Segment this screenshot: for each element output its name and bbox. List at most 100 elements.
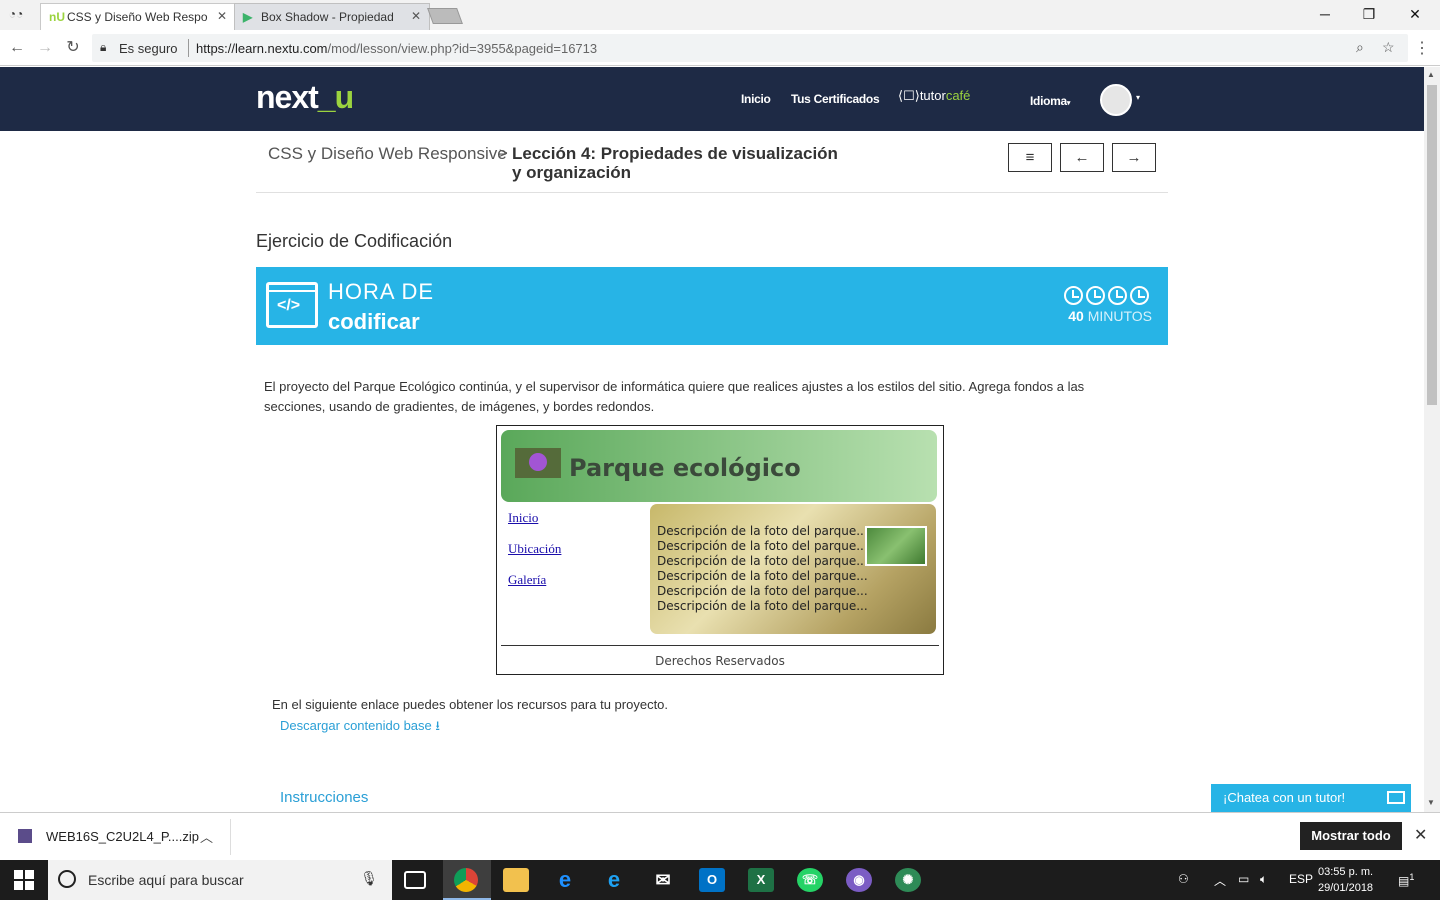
scroll-up-icon[interactable]: ▲	[1427, 70, 1435, 79]
address-bar[interactable]: 🔒︎ Es seguro https://learn.nextu.com/mod…	[92, 34, 1408, 62]
close-download-bar-icon[interactable]: ✕	[1414, 825, 1427, 845]
preview-footer: Derechos Reservados	[655, 654, 785, 668]
back-button[interactable]: ←	[6, 37, 28, 59]
clock-icon	[1130, 286, 1149, 305]
site-header: next_u Inicio Tus Certificados ⟨☐⟩tutorc…	[0, 67, 1424, 131]
project-preview-image: Parque ecológico Inicio Ubicación Galerí…	[496, 425, 944, 675]
excel-icon[interactable]: X	[748, 868, 774, 892]
whatsapp-icon[interactable]: ☏	[797, 868, 823, 892]
action-center-icon[interactable]: ▤1	[1398, 872, 1414, 888]
close-window-button[interactable]: ✕	[1392, 0, 1438, 30]
mail-icon[interactable]: ✉	[650, 868, 676, 892]
preview-nav: Inicio Ubicación Galería	[508, 510, 561, 603]
clock-icon	[1086, 286, 1105, 305]
reload-button[interactable]: ↻	[62, 37, 84, 59]
breadcrumb-separator: >	[499, 145, 508, 162]
windows-taskbar: Escribe aquí para buscar 🎙︎ e e ✉ O X ☏ …	[0, 860, 1440, 900]
scroll-down-icon[interactable]: ▼	[1427, 798, 1435, 807]
scroll-thumb[interactable]	[1427, 85, 1437, 405]
chevron-down-icon: ▾	[1066, 100, 1071, 107]
page-scrollbar[interactable]: ▲ ▼	[1424, 67, 1440, 812]
network-icon[interactable]: ▭	[1238, 872, 1249, 886]
coding-banner: </> HORA DE codificar 40 MINUTOS	[256, 267, 1168, 345]
tab-title: CSS y Diseño Web Respo	[67, 10, 208, 24]
breadcrumb-course[interactable]: CSS y Diseño Web Responsive	[268, 144, 507, 164]
flower-image	[515, 448, 561, 478]
prev-page-button[interactable]: ←	[1060, 143, 1104, 172]
nextu-logo[interactable]: next_u	[256, 79, 354, 116]
language-label: Idioma	[1030, 94, 1067, 108]
tutorcafe-logo[interactable]: ⟨☐⟩tutorcafé	[898, 88, 970, 104]
zoom-icon[interactable]: ⌕	[1356, 39, 1364, 56]
atom-icon[interactable]: ✺	[895, 868, 921, 892]
park-photo	[865, 526, 927, 566]
github-desktop-icon[interactable]: ◉	[846, 868, 872, 892]
preview-title: Parque ecológico	[569, 454, 801, 482]
download-link-label: Descargar contenido base	[280, 718, 432, 733]
omnibox-divider	[188, 39, 189, 57]
task-view-icon[interactable]	[404, 871, 426, 889]
preview-link-ubicacion: Ubicación	[508, 541, 562, 556]
page-title: Ejercicio de Codificación	[256, 231, 453, 251]
instructions-heading[interactable]: Instrucciones	[280, 789, 368, 806]
close-tab-icon[interactable]: ✕	[217, 9, 227, 23]
tab-css-course[interactable]: nU CSS y Diseño Web Respo ✕	[40, 3, 236, 30]
chevron-down-icon[interactable]: ▾	[1136, 93, 1140, 102]
duration-label: 40 MINUTOS	[1068, 308, 1152, 324]
nav-inicio[interactable]: Inicio	[741, 92, 771, 106]
lesson-menu-button[interactable]: ≡	[1008, 143, 1052, 172]
input-language[interactable]: ESP	[1289, 872, 1313, 886]
restore-button[interactable]: ❐	[1346, 0, 1392, 30]
clock-date: 29/01/2018	[1318, 882, 1374, 894]
preview-description: Descripción de la foto del parque...	[657, 539, 868, 553]
chat-tutor-button[interactable]: ¡Chatea con un tutor!	[1211, 784, 1411, 812]
forward-button[interactable]: →	[34, 37, 56, 59]
minutes-unit: MINUTOS	[1087, 308, 1152, 324]
close-tab-icon[interactable]: ✕	[411, 9, 421, 23]
new-tab-button[interactable]	[427, 8, 463, 24]
download-icon: ⭳	[435, 718, 440, 733]
outlook-icon[interactable]: O	[699, 868, 725, 892]
chrome-icon[interactable]	[454, 868, 478, 892]
chrome-menu-icon[interactable]: ⋮	[1414, 38, 1430, 58]
microphone-icon[interactable]: 🎙︎	[360, 870, 378, 887]
preview-description: Descripción de la foto del parque...	[657, 554, 868, 568]
download-item[interactable]: WEB16S_C2U2L4_P....zip	[18, 829, 199, 844]
windows-start-icon[interactable]	[14, 870, 34, 890]
nextu-favicon-icon: nU	[49, 10, 65, 24]
preview-header: Parque ecológico	[501, 430, 937, 502]
next-page-button[interactable]: →	[1112, 143, 1156, 172]
search-placeholder: Escribe aquí para buscar	[88, 872, 244, 888]
banner-line2: codificar	[328, 309, 420, 334]
file-explorer-icon[interactable]	[503, 868, 529, 892]
cup-icon: ⟨☐⟩	[898, 88, 920, 103]
preview-description: Descripción de la foto del parque...	[657, 584, 868, 598]
breadcrumb-lesson: Lección 4: Propiedades de visualización …	[512, 144, 838, 182]
preview-description: Descripción de la foto del parque...	[657, 569, 868, 583]
nav-certificados[interactable]: Tus Certificados	[791, 92, 880, 106]
download-base-link[interactable]: Descargar contenido base ⭳	[280, 717, 440, 739]
bookmark-star-icon[interactable]: ☆	[1382, 39, 1395, 56]
chevron-up-icon[interactable]: ︿	[1214, 872, 1226, 889]
edge-icon[interactable]: e	[552, 868, 578, 892]
avatar[interactable]	[1100, 84, 1132, 116]
url-text: https://learn.nextu.com/mod/lesson/view.…	[196, 41, 597, 56]
system-clock[interactable]: 03:55 p. m. 29/01/2018	[1318, 864, 1373, 896]
volume-icon[interactable]: 🔈︎	[1260, 872, 1267, 887]
secure-label: Es seguro	[119, 41, 178, 56]
minimize-button[interactable]: ─	[1302, 0, 1348, 30]
tab-box-shadow[interactable]: ▶ Box Shadow - Propiedad ✕	[234, 3, 430, 30]
people-icon[interactable]: ⚇	[1178, 872, 1189, 886]
language-menu[interactable]: Idioma▾	[1030, 94, 1070, 108]
chevron-up-icon[interactable]: ︿	[200, 827, 213, 846]
internet-explorer-icon[interactable]: e	[601, 868, 627, 892]
taskbar-search[interactable]: Escribe aquí para buscar 🎙︎	[48, 860, 392, 900]
banner-line1: HORA DE	[328, 279, 435, 304]
clock-time: 03:55 p. m.	[1318, 866, 1374, 878]
show-all-button[interactable]: Mostrar todo	[1300, 822, 1402, 850]
preview-content: Descripción de la foto del parque... Des…	[650, 504, 936, 634]
tutorcafe-tutor: tutor	[919, 88, 946, 103]
preview-description: Descripción de la foto del parque...	[657, 599, 868, 613]
url-host: https://learn.nextu.com	[196, 41, 328, 56]
resource-text: En el siguiente enlace puedes obtener lo…	[272, 697, 669, 712]
